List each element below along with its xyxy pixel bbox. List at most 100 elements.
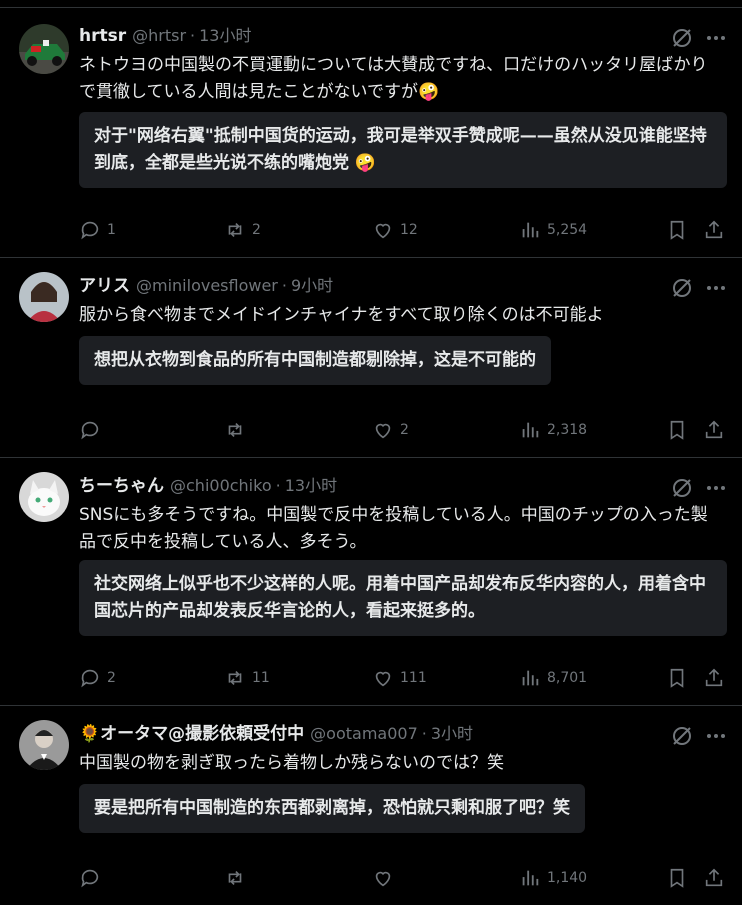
post-2[interactable]: アリス @minilovesflower · 9小时 服から食べ物までメイドインチャイ…	[0, 258, 742, 458]
action-bar: 1,140	[79, 864, 728, 892]
view-count: 5,254	[547, 222, 588, 238]
post-text: ネトウヨの中国製の不買運動については大賛成ですね、口だけのハッタリ屋ばかりで貫徹…	[79, 55, 708, 102]
like-count: 12	[400, 222, 418, 238]
repost-button[interactable]	[224, 864, 252, 892]
user-handle[interactable]: @ootama007	[310, 724, 418, 743]
avatar[interactable]	[19, 272, 69, 322]
reply-count: 2	[107, 670, 116, 686]
avatar[interactable]	[19, 720, 69, 770]
reply-button[interactable]: 2	[79, 664, 116, 692]
views-icon	[522, 422, 539, 438]
reply-icon	[81, 421, 99, 440]
like-count: 2	[400, 422, 409, 438]
post-header: hrtsr @hrtsr · 13小时	[79, 24, 652, 48]
separator-dot: ·	[421, 724, 427, 743]
separator-dot: ·	[275, 476, 281, 495]
like-button[interactable]: 2	[372, 416, 409, 444]
avatar[interactable]	[19, 24, 69, 74]
reply-count: 1	[107, 222, 116, 238]
post-time[interactable]: 3小时	[431, 724, 473, 743]
post-time[interactable]: 13小时	[285, 476, 337, 495]
like-icon	[375, 871, 391, 887]
repost-button[interactable]: 2	[224, 216, 261, 244]
action-bar: 1 2 12 5,254	[79, 216, 728, 244]
grok-icon[interactable]	[670, 724, 694, 748]
more-icon[interactable]	[704, 476, 728, 500]
post-text: 中国製の物を剥ぎ取ったら着物しか残らないのでは？笑	[79, 753, 504, 773]
display-name[interactable]: アリス	[79, 276, 130, 296]
share-icon	[705, 420, 723, 439]
repost-button[interactable]	[224, 416, 252, 444]
bookmark-button[interactable]	[666, 664, 694, 692]
views-button[interactable]: 2,318	[519, 416, 587, 444]
post-time[interactable]: 9小时	[291, 276, 333, 295]
view-count: 8,701	[547, 670, 588, 686]
reply-button[interactable]	[79, 864, 107, 892]
views-button[interactable]: 1,140	[519, 864, 587, 892]
bookmark-button[interactable]	[666, 864, 694, 892]
repost-icon	[228, 222, 242, 238]
display-name[interactable]: 🌻オータマ@撮影依頼受付中	[79, 724, 304, 744]
reply-icon	[81, 869, 99, 888]
views-icon	[522, 670, 539, 686]
post-text: 服から食べ物までメイドインチャイナをすべて取り除くのは不可能よ	[79, 305, 604, 325]
display-name[interactable]: hrtsr	[79, 26, 126, 46]
share-icon	[705, 668, 723, 687]
reply-icon	[81, 221, 99, 240]
repost-button[interactable]: 11	[224, 664, 270, 692]
bookmark-icon	[670, 668, 684, 688]
post-3[interactable]: ちーちゃん @chi00chiko · 13小时 SNSにも多そうですね。中国製で反中…	[0, 458, 742, 706]
post-1[interactable]: hrtsr @hrtsr · 13小时 ネトウヨの中国製の不買運動については大賛成です…	[0, 8, 742, 258]
reply-button[interactable]	[79, 416, 107, 444]
grok-icon[interactable]	[670, 276, 694, 300]
like-icon	[375, 671, 391, 687]
share-button[interactable]	[703, 416, 731, 444]
like-icon	[375, 423, 391, 439]
translation-box: 对于"网络右翼"抵制中国货的运动，我可是举双手赞成呢——虽然从没见谁能坚持到底，…	[79, 112, 727, 188]
repost-icon	[228, 670, 242, 686]
more-icon[interactable]	[704, 26, 728, 50]
bookmark-icon	[670, 420, 684, 440]
post-header: アリス @minilovesflower · 9小时	[79, 274, 652, 298]
user-handle[interactable]: @minilovesflower	[136, 276, 278, 295]
avatar[interactable]	[19, 472, 69, 522]
translation-box: 社交网络上似乎也不少这样的人呢。用着中国产品却发布反华内容的人，用着含中国芯片的…	[79, 560, 727, 636]
action-bar: 2 2,318	[79, 416, 728, 444]
more-icon[interactable]	[704, 724, 728, 748]
reply-icon	[81, 669, 99, 688]
repost-icon	[228, 870, 242, 886]
grok-icon[interactable]	[670, 26, 694, 50]
post-time[interactable]: 13小时	[199, 26, 251, 45]
like-count: 111	[400, 670, 427, 686]
bookmark-button[interactable]	[666, 216, 694, 244]
bookmark-button[interactable]	[666, 416, 694, 444]
like-button[interactable]: 12	[372, 216, 418, 244]
action-bar: 2 11 111 8,701	[79, 664, 728, 692]
grok-icon[interactable]	[670, 476, 694, 500]
views-button[interactable]: 8,701	[519, 664, 587, 692]
post-4[interactable]: 🌻オータマ@撮影依頼受付中 @ootama007 · 3小时 中国製の物を剥ぎ取ったら…	[0, 706, 742, 905]
user-handle[interactable]: @chi00chiko	[170, 476, 272, 495]
post-header: 🌻オータマ@撮影依頼受付中 @ootama007 · 3小时	[79, 722, 652, 746]
views-icon	[522, 222, 539, 238]
share-button[interactable]	[703, 864, 731, 892]
views-icon	[522, 870, 539, 886]
share-button[interactable]	[703, 664, 731, 692]
share-icon	[705, 868, 723, 887]
reply-feed: hrtsr @hrtsr · 13小时 ネトウヨの中国製の不買運動については大賛成です…	[0, 0, 742, 905]
share-button[interactable]	[703, 216, 731, 244]
user-handle[interactable]: @hrtsr	[132, 26, 186, 45]
repost-icon	[228, 422, 242, 438]
repost-count: 2	[252, 222, 261, 238]
like-icon	[375, 223, 391, 239]
like-button[interactable]: 111	[372, 664, 427, 692]
repost-count: 11	[252, 670, 270, 686]
display-name[interactable]: ちーちゃん	[79, 476, 164, 496]
views-button[interactable]: 5,254	[519, 216, 587, 244]
post-header: ちーちゃん @chi00chiko · 13小时	[79, 474, 652, 498]
like-button[interactable]	[372, 864, 400, 892]
more-icon[interactable]	[704, 276, 728, 300]
share-icon	[705, 220, 723, 239]
view-count: 1,140	[547, 870, 588, 886]
reply-button[interactable]: 1	[79, 216, 116, 244]
